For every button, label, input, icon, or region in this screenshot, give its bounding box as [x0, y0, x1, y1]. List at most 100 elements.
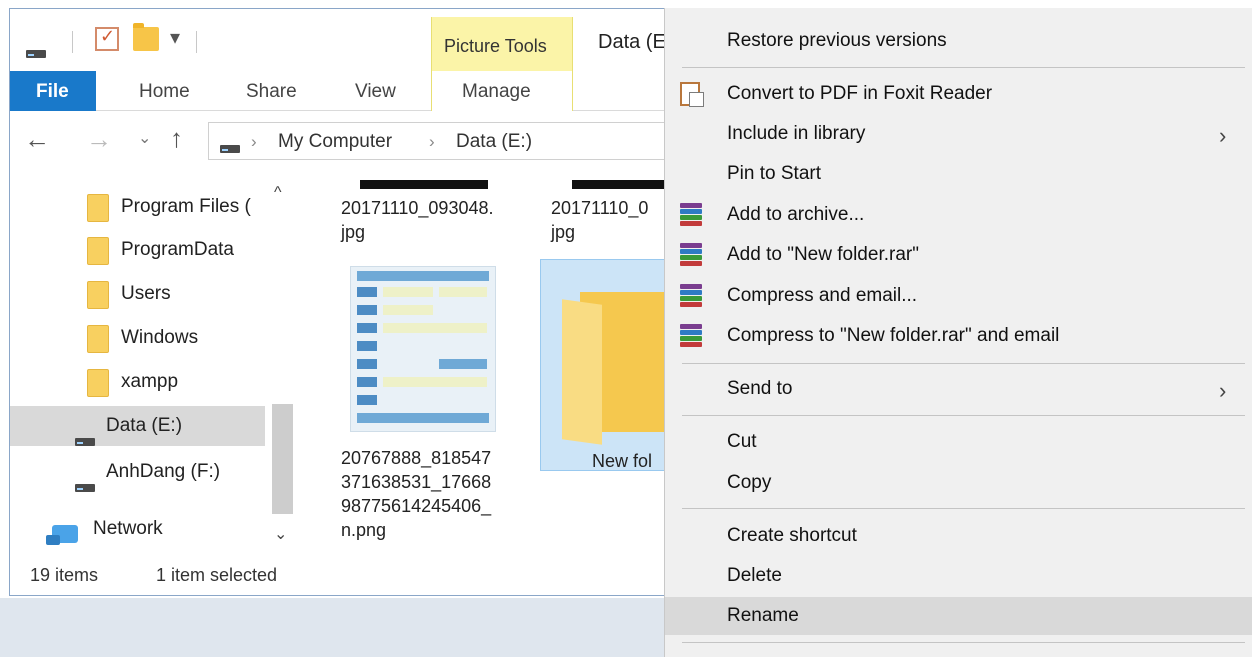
customize-toolbar-dropdown-icon[interactable]: ▾	[170, 25, 180, 50]
menu-item-label: Rename	[727, 605, 799, 626]
chevron-right-icon[interactable]: ›	[429, 132, 435, 152]
background-strip	[0, 598, 664, 657]
folder-icon	[87, 369, 109, 397]
file-explorer-window: ▾ Picture Tools Data (E File Home Share …	[9, 8, 669, 596]
navigation-bar: ← → ⌄ ↑ › My Computer › Data (E:)	[10, 112, 668, 170]
scroll-down-arrow-icon[interactable]: ⌄	[274, 524, 287, 544]
menu-item-label: Cut	[727, 431, 757, 452]
menu-separator	[682, 363, 1245, 364]
winrar-icon	[680, 243, 702, 266]
nav-item-anhdang-drive[interactable]: AnhDang (F:)	[10, 452, 265, 492]
menu-item-copy[interactable]: Copy	[665, 464, 1252, 502]
folder-icon	[87, 194, 109, 222]
menu-item-cut[interactable]: Cut	[665, 423, 1252, 461]
tab-manage[interactable]: Manage	[462, 81, 531, 103]
submenu-arrow-icon: ›	[1219, 378, 1227, 403]
folder-item-new-folder[interactable]: New fol	[592, 449, 652, 473]
drive-icon	[220, 140, 240, 158]
menu-item-send-to[interactable]: Send to ›	[665, 370, 1252, 408]
tab-file[interactable]: File	[10, 71, 96, 111]
scrollbar-thumb[interactable]	[272, 404, 293, 514]
menu-item-label: Convert to PDF in Foxit Reader	[727, 83, 993, 104]
breadcrumb-my-computer[interactable]: My Computer	[278, 131, 392, 153]
file-item-jpg[interactable]: 20171110_093048. jpg	[341, 196, 494, 244]
menu-separator	[682, 415, 1245, 416]
toolbar-separator	[72, 31, 73, 53]
menu-item-delete[interactable]: Delete	[665, 557, 1252, 595]
nav-item-xampp[interactable]: xampp	[10, 362, 265, 402]
menu-separator	[682, 67, 1245, 68]
selection-count: 1 item selected	[156, 565, 278, 585]
menu-item-include-in-library[interactable]: Include in library ›	[665, 115, 1252, 153]
nav-item-data-drive[interactable]: Data (E:)	[10, 406, 265, 446]
nav-item-label: Program Files (	[121, 196, 251, 217]
image-thumbnail[interactable]	[350, 266, 496, 432]
context-menu: Restore previous versions Convert to PDF…	[664, 8, 1252, 657]
folder-icon	[87, 237, 109, 265]
winrar-icon	[680, 284, 702, 307]
menu-item-label: Send to	[727, 378, 793, 399]
menu-item-label: Restore previous versions	[727, 30, 947, 51]
nav-item-windows[interactable]: Windows	[10, 318, 265, 358]
menu-item-label: Pin to Start	[727, 163, 821, 184]
properties-check-icon[interactable]	[95, 26, 119, 51]
menu-item-pin-to-start[interactable]: Pin to Start	[665, 155, 1252, 193]
folder-flap	[562, 299, 602, 445]
nav-item-label: xampp	[121, 371, 179, 392]
menu-item-rename[interactable]: Rename	[665, 597, 1252, 635]
nav-item-programdata[interactable]: ProgramData	[10, 230, 265, 270]
status-bar: 19 items 1 item selected	[10, 559, 668, 595]
menu-item-label: Add to "New folder.rar"	[727, 244, 919, 265]
winrar-icon	[680, 203, 702, 226]
menu-item-label: Include in library	[727, 123, 866, 144]
file-item-png[interactable]: 20767888_818547 371638531_17668 98775614…	[341, 446, 491, 542]
up-arrow-icon[interactable]: ↑	[170, 123, 183, 154]
toolbar-separator	[196, 31, 197, 53]
winrar-icon	[680, 324, 702, 347]
ribbon-tabs: File Home Share View Manage	[10, 71, 668, 111]
menu-item-add-to-archive[interactable]: Add to archive...	[665, 196, 1252, 234]
nav-item-label: Network	[93, 518, 163, 539]
forward-arrow-icon[interactable]: →	[86, 124, 112, 155]
tab-share[interactable]: Share	[246, 81, 297, 103]
menu-item-convert-to-pdf[interactable]: Convert to PDF in Foxit Reader	[665, 75, 1252, 113]
menu-item-label: Add to archive...	[727, 204, 865, 225]
picture-tools-label: Picture Tools	[444, 36, 547, 56]
menu-item-compress-and-email[interactable]: Compress and email...	[665, 277, 1252, 315]
menu-item-label: Copy	[727, 472, 772, 493]
tab-home[interactable]: Home	[139, 81, 190, 103]
menu-item-create-shortcut[interactable]: Create shortcut	[665, 517, 1252, 555]
menu-separator	[682, 508, 1245, 509]
file-item-jpg[interactable]: 20171110_0 jpg	[551, 196, 648, 244]
chevron-right-icon[interactable]: ›	[251, 132, 257, 152]
new-folder-icon[interactable]	[133, 23, 159, 51]
menu-item-label: Delete	[727, 565, 782, 586]
menu-item-label: Compress to "New folder.rar" and email	[727, 325, 1060, 346]
nav-item-label: Users	[121, 283, 171, 304]
folder-icon	[87, 325, 109, 353]
navigation-pane: Program Files ( ProgramData Users Window…	[10, 174, 300, 559]
nav-item-network[interactable]: Network	[10, 509, 265, 549]
back-arrow-icon[interactable]: ←	[24, 124, 50, 155]
title-bar: ▾ Picture Tools Data (E	[10, 9, 668, 72]
menu-item-label: Create shortcut	[727, 525, 857, 546]
recent-locations-chevron-icon[interactable]: ⌄	[138, 128, 151, 148]
menu-item-compress-to-rar-and-email[interactable]: Compress to "New folder.rar" and email	[665, 317, 1252, 355]
folder-icon	[87, 281, 109, 309]
tab-view[interactable]: View	[355, 81, 396, 103]
nav-item-label: Data (E:)	[106, 415, 183, 436]
menu-item-add-to-rar[interactable]: Add to "New folder.rar"	[665, 236, 1252, 274]
address-bar[interactable]: › My Computer › Data (E:)	[208, 122, 668, 160]
redacted-thumbnail-bar	[360, 180, 488, 189]
pdf-convert-icon	[680, 82, 704, 108]
nav-item-users[interactable]: Users	[10, 274, 265, 314]
nav-pane-scrollbar[interactable]: ^ ⌄	[267, 174, 297, 559]
scroll-up-arrow-icon[interactable]: ^	[274, 184, 282, 202]
redacted-thumbnail-bar	[572, 180, 668, 189]
drive-icon	[26, 41, 46, 64]
item-count: 19 items	[30, 565, 99, 585]
breadcrumb-data-drive[interactable]: Data (E:)	[456, 131, 532, 153]
nav-item-label: Windows	[121, 327, 199, 348]
menu-item-restore-previous-versions[interactable]: Restore previous versions	[665, 22, 1252, 60]
nav-item-program-files[interactable]: Program Files (	[10, 187, 265, 227]
